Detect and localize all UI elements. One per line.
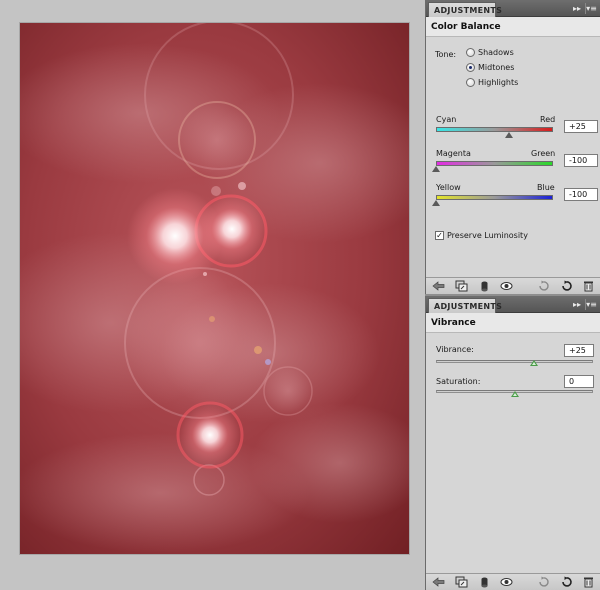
- back-arrow-icon[interactable]: [432, 280, 445, 292]
- panel-bottom-toolbar: [426, 573, 600, 590]
- saturation-label: Saturation:: [436, 377, 481, 386]
- adjustments-tab[interactable]: ADJUSTMENTS: [428, 298, 502, 313]
- refresh-icon[interactable]: [560, 280, 573, 292]
- checkbox-label: Preserve Luminosity: [447, 231, 528, 240]
- panel-bottom-toolbar: [426, 277, 600, 294]
- eye-icon[interactable]: [500, 576, 513, 588]
- image-canvas[interactable]: [20, 23, 409, 554]
- back-arrow-icon[interactable]: [432, 576, 445, 588]
- preserve-luminosity-checkbox[interactable]: ✓ Preserve Luminosity: [435, 231, 528, 240]
- vibrance-slider-thumb[interactable]: [530, 360, 539, 366]
- clip-to-layer-icon[interactable]: [455, 576, 468, 588]
- panel-menu-icon[interactable]: ▾≡: [585, 299, 597, 310]
- panel-tab-bar: ADJUSTMENTS ▸▸ ▾≡: [426, 296, 600, 313]
- lens-flare-image: [20, 23, 409, 554]
- saturation-value-field[interactable]: 0: [564, 375, 594, 388]
- trash-icon[interactable]: [582, 576, 595, 588]
- checkbox-checked-icon[interactable]: ✓: [435, 231, 444, 240]
- vibrance-slider-track[interactable]: [436, 360, 593, 363]
- tone-label: Tone:: [435, 50, 457, 59]
- color-balance-panel: ADJUSTMENTS ▸▸ ▾≡ Color Balance Tone: Sh…: [425, 0, 600, 294]
- eye-icon[interactable]: [500, 280, 513, 292]
- blue-label: Blue: [537, 183, 555, 192]
- yellow-blue-slider-track[interactable]: [436, 195, 553, 200]
- radio-label: Shadows: [478, 48, 514, 57]
- panel-title: Vibrance: [426, 313, 600, 333]
- reset-icon[interactable]: [537, 280, 550, 292]
- panel-tab-bar: ADJUSTMENTS ▸▸ ▾≡: [426, 0, 600, 17]
- radio-shadows[interactable]: Shadows: [466, 48, 514, 57]
- magenta-green-slider-track[interactable]: [436, 161, 553, 166]
- vibrance-value-field[interactable]: +25: [564, 344, 594, 357]
- radio-midtones[interactable]: Midtones: [466, 63, 514, 72]
- cyan-label: Cyan: [436, 115, 457, 124]
- green-label: Green: [531, 149, 556, 158]
- radio-button-selected-icon[interactable]: [466, 63, 475, 72]
- collapse-panel-icon[interactable]: ▸▸: [571, 299, 583, 310]
- radio-button-icon[interactable]: [466, 78, 475, 87]
- cyan-red-slider-track[interactable]: [436, 127, 553, 132]
- saturation-slider-thumb[interactable]: [510, 391, 519, 397]
- yellow-blue-slider-thumb[interactable]: [432, 200, 440, 206]
- visibility-icon[interactable]: [478, 280, 491, 292]
- cyan-red-slider-thumb[interactable]: [505, 132, 514, 138]
- magenta-green-slider-thumb[interactable]: [432, 166, 440, 172]
- magenta-label: Magenta: [436, 149, 471, 158]
- panel-title: Color Balance: [426, 17, 600, 37]
- vibrance-label: Vibrance:: [436, 345, 474, 354]
- radio-label: Highlights: [478, 78, 519, 87]
- document-canvas-area: [0, 0, 425, 590]
- yellow-label: Yellow: [436, 183, 461, 192]
- panel-dock: ADJUSTMENTS ▸▸ ▾≡ Color Balance Tone: Sh…: [425, 0, 600, 590]
- trash-icon[interactable]: [582, 280, 595, 292]
- radio-button-icon[interactable]: [466, 48, 475, 57]
- cyan-red-value-field[interactable]: +25: [564, 120, 598, 133]
- clip-to-layer-icon[interactable]: [455, 280, 468, 292]
- red-label: Red: [540, 115, 556, 124]
- radio-label: Midtones: [478, 63, 515, 72]
- panel-menu-icon[interactable]: ▾≡: [585, 3, 597, 14]
- radio-highlights[interactable]: Highlights: [466, 78, 518, 87]
- visibility-icon[interactable]: [478, 576, 491, 588]
- collapse-panel-icon[interactable]: ▸▸: [571, 3, 583, 14]
- refresh-icon[interactable]: [560, 576, 573, 588]
- adjustments-tab[interactable]: ADJUSTMENTS: [428, 2, 502, 17]
- yellow-blue-value-field[interactable]: -100: [564, 188, 598, 201]
- vibrance-panel: ADJUSTMENTS ▸▸ ▾≡ Vibrance Vibrance: +25…: [425, 296, 600, 590]
- reset-icon[interactable]: [537, 576, 550, 588]
- magenta-green-value-field[interactable]: -100: [564, 154, 598, 167]
